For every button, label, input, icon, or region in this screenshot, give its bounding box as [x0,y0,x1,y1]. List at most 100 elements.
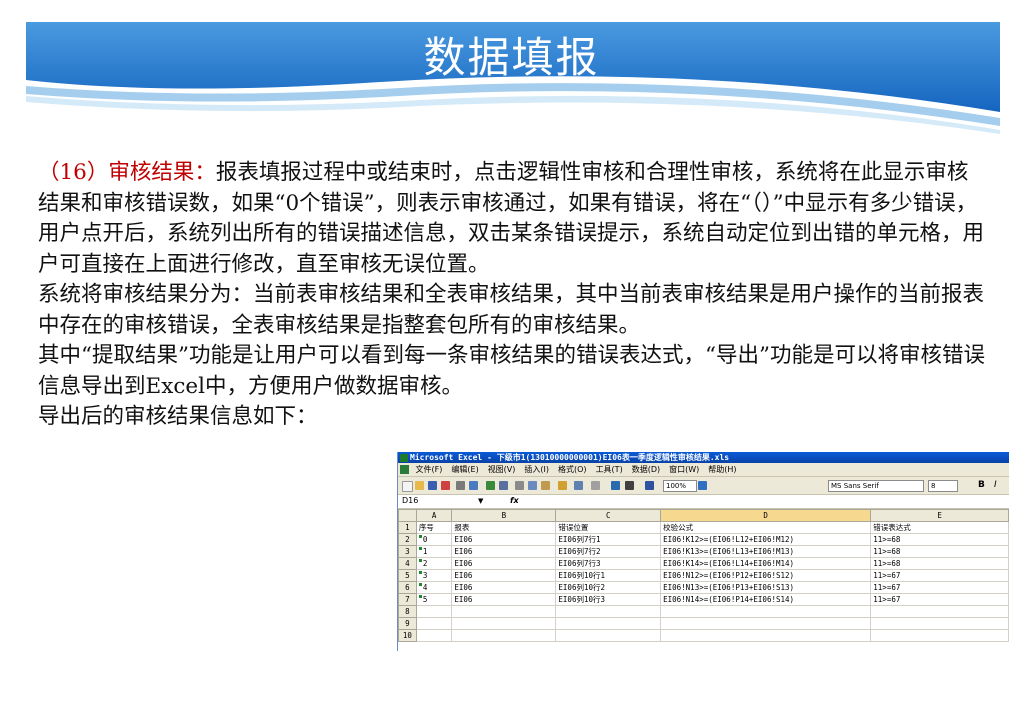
table-cell[interactable] [555,617,662,630]
research-icon[interactable] [499,481,508,490]
copy-icon[interactable] [528,481,537,490]
table-cell[interactable]: EI06 [451,533,557,546]
table-cell[interactable]: 11>=68 [870,557,1009,570]
menu-format[interactable]: 格式(O) [558,465,587,474]
table-cell[interactable]: EI06 [451,593,557,606]
table-cell[interactable]: 11>=68 [870,545,1009,558]
menu-window[interactable]: 窗口(W) [669,465,699,474]
menu-data[interactable]: 数据(D) [632,465,660,474]
table-cell[interactable]: EI06列7行2 [555,545,662,558]
table-cell[interactable]: 1 [415,545,453,558]
row-header[interactable]: 7 [398,593,417,606]
table-cell[interactable]: 错误位置 [555,521,662,534]
table-cell[interactable] [660,605,872,618]
table-cell[interactable]: 2 [415,557,453,570]
italic-button[interactable]: I [994,480,997,490]
font-size-select[interactable]: 8 [928,480,958,492]
row-header[interactable]: 3 [398,545,417,558]
permission-icon[interactable] [441,481,450,490]
paste-icon[interactable] [541,481,550,490]
select-all-corner[interactable] [398,509,417,522]
table-cell[interactable]: EI06!K14>=(EI06!L14+EI06!M14) [660,557,872,570]
row-header[interactable]: 2 [398,533,417,546]
row-header[interactable]: 6 [398,581,417,594]
spelling-icon[interactable] [486,481,495,490]
row-header[interactable]: 10 [398,629,417,642]
workbook-icon[interactable] [400,465,409,474]
table-cell[interactable]: 11>=67 [870,593,1009,606]
table-cell[interactable]: EI06列10行2 [555,581,662,594]
column-header-c[interactable]: C [555,509,662,522]
table-cell[interactable]: 0 [415,533,453,546]
table-cell[interactable] [870,629,1009,642]
open-icon[interactable] [415,481,424,490]
table-cell[interactable]: EI06!N12>=(EI06!P12+EI06!S12) [660,569,872,582]
save-icon[interactable] [428,481,437,490]
function-icon[interactable]: fx [510,495,519,507]
row-header[interactable]: 8 [398,605,417,618]
table-cell[interactable]: EI06列10行1 [555,569,662,582]
table-cell[interactable]: 错误表达式 [870,521,1009,534]
format-painter-icon[interactable] [558,481,567,490]
table-cell[interactable]: 3 [415,569,453,582]
table-cell[interactable]: EI06列7行3 [555,557,662,570]
name-box-dropdown-icon[interactable]: ▼ [478,495,483,507]
table-cell[interactable]: EI06!K12>=(EI06!L12+EI06!M12) [660,533,872,546]
table-cell[interactable] [660,629,872,642]
redo-icon[interactable] [591,481,600,490]
sort-ascending-icon[interactable] [645,481,654,490]
menu-file[interactable]: 文件(F) [416,465,443,474]
column-header-a[interactable]: A [415,509,453,522]
table-cell[interactable]: EI06列10行3 [555,593,662,606]
table-cell[interactable]: EI06 [451,545,557,558]
table-cell[interactable]: 5 [415,593,453,606]
font-name-select[interactable]: MS Sans Serif [828,480,924,492]
table-cell[interactable] [660,617,872,630]
print-icon[interactable] [456,481,465,490]
print-preview-icon[interactable] [469,481,478,490]
new-icon[interactable] [402,481,413,492]
bold-button[interactable]: B [978,480,985,490]
row-header[interactable]: 4 [398,557,417,570]
menu-view[interactable]: 视图(V) [488,465,516,474]
hyperlink-icon[interactable] [611,481,620,490]
table-cell[interactable]: 序号 [415,521,453,534]
zoom-select[interactable]: 100% [663,480,697,492]
row-header[interactable]: 1 [398,521,417,534]
table-cell[interactable]: 11>=67 [870,581,1009,594]
table-cell[interactable]: EI06!K13>=(EI06!L13+EI06!M13) [660,545,872,558]
menu-edit[interactable]: 编辑(E) [451,465,478,474]
table-cell[interactable] [870,605,1009,618]
table-cell[interactable]: 11>=68 [870,533,1009,546]
help-icon[interactable] [698,481,707,490]
menu-tools[interactable]: 工具(T) [596,465,623,474]
table-cell[interactable]: EI06 [451,557,557,570]
table-cell[interactable] [415,629,453,642]
cut-icon[interactable] [515,481,524,490]
column-header-b[interactable]: B [451,509,557,522]
table-cell[interactable] [555,629,662,642]
table-cell[interactable]: EI06!N13>=(EI06!P13+EI06!S13) [660,581,872,594]
column-header-e[interactable]: E [870,509,1009,522]
table-cell[interactable] [451,617,557,630]
table-cell[interactable] [415,605,453,618]
undo-icon[interactable] [574,481,583,490]
name-box[interactable]: D16 [400,496,490,506]
row-header[interactable]: 9 [398,617,417,630]
table-cell[interactable]: EI06 [451,581,557,594]
table-cell[interactable]: 报表 [451,521,557,534]
table-cell[interactable] [451,629,557,642]
menu-insert[interactable]: 插入(I) [524,465,549,474]
table-cell[interactable]: 4 [415,581,453,594]
row-header[interactable]: 5 [398,569,417,582]
table-cell[interactable] [415,617,453,630]
table-cell[interactable]: EI06!N14>=(EI06!P14+EI06!S14) [660,593,872,606]
table-cell[interactable]: 11>=67 [870,569,1009,582]
table-cell[interactable] [555,605,662,618]
table-cell[interactable] [870,617,1009,630]
autosum-icon[interactable] [625,481,634,490]
table-cell[interactable]: EI06列7行1 [555,533,662,546]
menu-help[interactable]: 帮助(H) [708,465,736,474]
table-cell[interactable]: 校验公式 [660,521,872,534]
column-header-d[interactable]: D [660,509,872,522]
